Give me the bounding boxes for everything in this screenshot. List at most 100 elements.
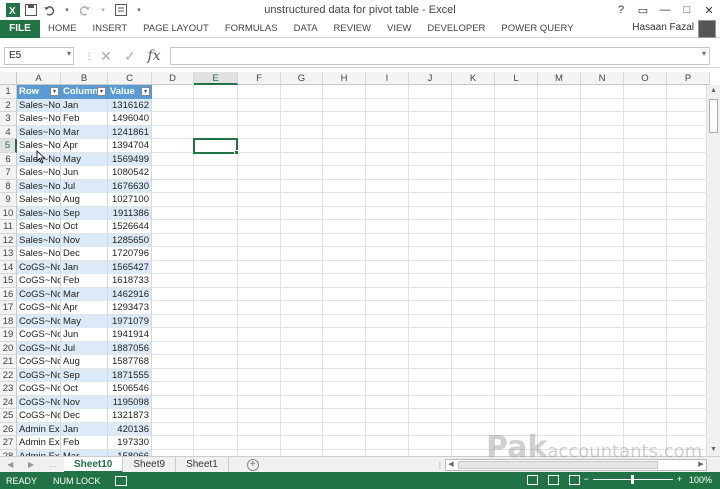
row-label-cell[interactable]: Sales~Nor xyxy=(17,193,61,207)
name-box[interactable]: E5 ▾ xyxy=(4,47,74,65)
vertical-scroll-thumb[interactable] xyxy=(709,99,718,133)
scroll-left-icon[interactable]: ◀ xyxy=(446,460,456,470)
row-label-cell[interactable]: CoGS~Nor xyxy=(17,368,61,382)
row-header-21[interactable]: 21 xyxy=(0,355,17,369)
column-header-e[interactable]: E xyxy=(194,72,238,85)
value-cell[interactable]: 1971079 xyxy=(108,314,152,328)
user-name[interactable]: Hasaan Fazal xyxy=(632,22,694,33)
cancel-icon[interactable]: ✕ xyxy=(94,48,118,65)
tab-view[interactable]: VIEW xyxy=(379,20,419,38)
row-header-23[interactable]: 23 xyxy=(0,382,17,396)
filter-dropdown-icon[interactable]: ▾ xyxy=(50,87,59,96)
next-sheet-icon[interactable]: ▶ xyxy=(28,460,34,469)
row-header-17[interactable]: 17 xyxy=(0,301,17,315)
column-label-cell[interactable]: Jun xyxy=(61,328,108,342)
value-cell[interactable]: 197330 xyxy=(108,436,152,450)
value-cell[interactable]: 1565427 xyxy=(108,260,152,274)
row-label-cell[interactable]: Sales~Nor xyxy=(17,220,61,234)
column-label-cell[interactable]: Jun xyxy=(61,166,108,180)
row-label-cell[interactable]: Sales~Nor xyxy=(17,112,61,126)
enter-icon[interactable]: ✓ xyxy=(118,48,142,65)
value-cell[interactable]: 1569499 xyxy=(108,152,152,166)
help-button[interactable]: ? xyxy=(610,0,632,20)
row-label-cell[interactable]: Sales~Nor xyxy=(17,179,61,193)
column-label-cell[interactable]: Feb xyxy=(61,274,108,288)
sheet-tab-sheet9[interactable]: Sheet9 xyxy=(123,456,177,473)
value-cell[interactable]: 1316162 xyxy=(108,98,152,112)
minimize-button[interactable]: — xyxy=(654,0,676,20)
column-label-cell[interactable]: Jul xyxy=(61,341,108,355)
row-header-8[interactable]: 8 xyxy=(0,179,17,193)
value-cell[interactable]: 1293473 xyxy=(108,301,152,315)
column-header-p[interactable]: P xyxy=(667,72,710,85)
value-cell[interactable]: 1720796 xyxy=(108,247,152,261)
row-header-3[interactable]: 3 xyxy=(0,112,17,126)
page-break-view-icon[interactable] xyxy=(569,475,580,485)
value-cell[interactable]: 1285650 xyxy=(108,233,152,247)
row-header-2[interactable]: 2 xyxy=(0,98,17,112)
value-cell[interactable]: 1394704 xyxy=(108,139,152,153)
value-cell[interactable]: 1321873 xyxy=(108,409,152,423)
column-label-cell[interactable]: Jan xyxy=(61,422,108,436)
column-label-cell[interactable]: Dec xyxy=(61,409,108,423)
tab-home[interactable]: HOME xyxy=(40,20,85,38)
tab-formulas[interactable]: FORMULAS xyxy=(217,20,286,38)
tab-data[interactable]: DATA xyxy=(286,20,326,38)
row-header-5[interactable]: 5 xyxy=(0,139,17,153)
value-cell[interactable]: 1941914 xyxy=(108,328,152,342)
column-label-cell[interactable]: Mar xyxy=(61,287,108,301)
row-label-cell[interactable]: CoGS~Nor xyxy=(17,409,61,423)
close-button[interactable]: ✕ xyxy=(698,0,720,20)
tab-developer[interactable]: DEVELOPER xyxy=(419,20,493,38)
sheet-tab-sheet10[interactable]: Sheet10 xyxy=(64,456,124,473)
tab-page-layout[interactable]: PAGE LAYOUT xyxy=(135,20,217,38)
column-label-cell[interactable]: Nov xyxy=(61,395,108,409)
row-label-cell[interactable]: Admin Exp xyxy=(17,436,61,450)
select-all-corner[interactable] xyxy=(0,72,17,85)
new-sheet-button[interactable]: + xyxy=(243,458,263,472)
row-label-cell[interactable]: CoGS~Nor xyxy=(17,341,61,355)
column-header-g[interactable]: G xyxy=(281,72,323,85)
row-header-1[interactable]: 1 xyxy=(0,85,17,99)
row-label-cell[interactable]: Admin Exp xyxy=(17,422,61,436)
row-header-24[interactable]: 24 xyxy=(0,395,17,409)
column-label-cell[interactable]: Apr xyxy=(61,139,108,153)
row-header-11[interactable]: 11 xyxy=(0,220,17,234)
maximize-button[interactable]: □ xyxy=(676,0,698,20)
column-label-cell[interactable]: Nov xyxy=(61,233,108,247)
row-label-cell[interactable]: Sales~Nor xyxy=(17,233,61,247)
fill-handle[interactable] xyxy=(234,150,239,155)
tab-insert[interactable]: INSERT xyxy=(85,20,136,38)
redo-icon[interactable] xyxy=(76,1,94,19)
more-sheets-icon[interactable]: … xyxy=(49,460,57,469)
row-header-10[interactable]: 10 xyxy=(0,206,17,220)
value-cell[interactable]: 1195098 xyxy=(108,395,152,409)
column-label-cell[interactable]: Jan xyxy=(61,260,108,274)
row-label-cell[interactable]: CoGS~Nor xyxy=(17,260,61,274)
column-header-k[interactable]: K xyxy=(452,72,495,85)
normal-view-icon[interactable] xyxy=(527,475,538,485)
active-cell-selection[interactable] xyxy=(193,138,239,155)
row-header-27[interactable]: 27 xyxy=(0,436,17,450)
table-header-cell[interactable]: Value ▾ xyxy=(108,85,152,99)
value-cell[interactable]: 1027100 xyxy=(108,193,152,207)
value-cell[interactable]: 1618733 xyxy=(108,274,152,288)
column-label-cell[interactable]: Aug xyxy=(61,193,108,207)
value-cell[interactable]: 1871555 xyxy=(108,368,152,382)
column-label-cell[interactable]: Mar xyxy=(61,125,108,139)
row-label-cell[interactable]: Sales~Nor xyxy=(17,98,61,112)
column-header-o[interactable]: O xyxy=(624,72,667,85)
value-cell[interactable]: 1462916 xyxy=(108,287,152,301)
column-label-cell[interactable]: Feb xyxy=(61,436,108,450)
insert-function-button[interactable]: fx xyxy=(142,48,166,64)
tab-file[interactable]: FILE xyxy=(0,19,40,38)
row-label-cell[interactable]: Sales~Nor xyxy=(17,166,61,180)
row-header-14[interactable]: 14 xyxy=(0,260,17,274)
vertical-scrollbar[interactable]: ▲ ▼ xyxy=(706,85,720,456)
value-cell[interactable]: 1506546 xyxy=(108,382,152,396)
row-label-cell[interactable]: CoGS~Nor xyxy=(17,382,61,396)
zoom-slider[interactable]: − + xyxy=(583,474,682,484)
value-cell[interactable]: 1887056 xyxy=(108,341,152,355)
column-label-cell[interactable]: Jul xyxy=(61,179,108,193)
row-label-cell[interactable]: CoGS~Nor xyxy=(17,314,61,328)
